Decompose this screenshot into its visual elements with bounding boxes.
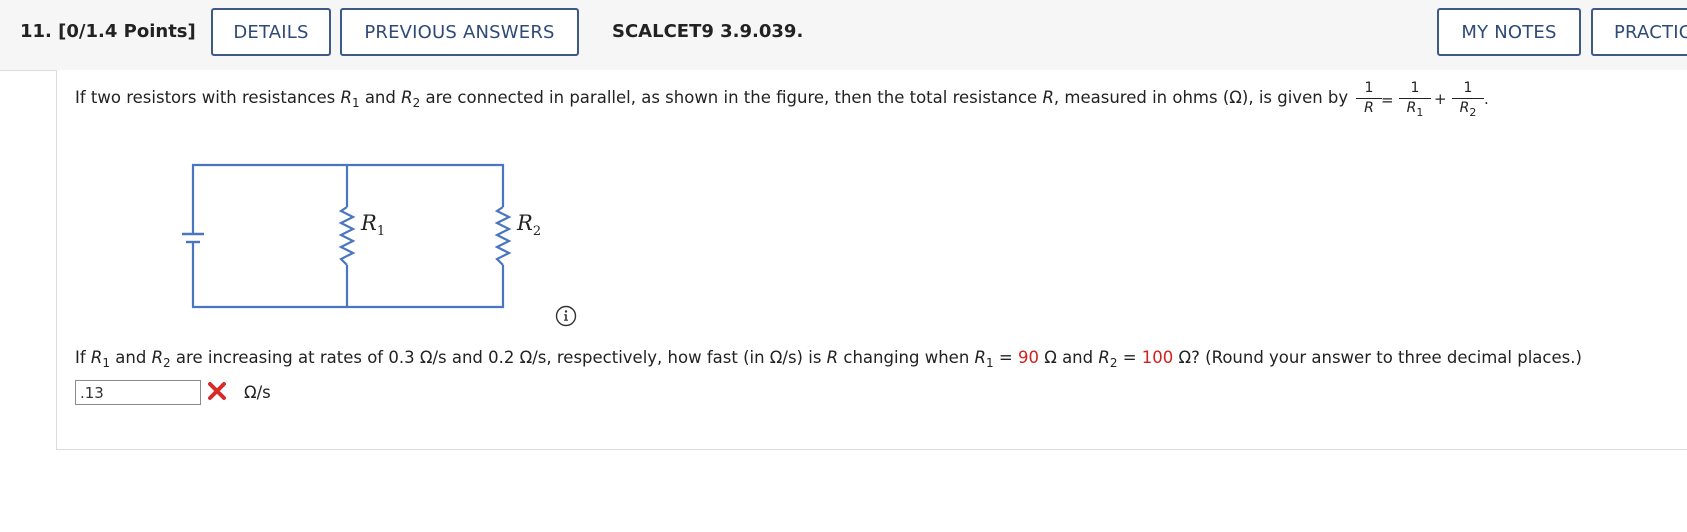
prompt-text: If R1 and R2 are increasing at rates of … <box>75 348 1582 370</box>
intro-text: If two resistors with resistances R1 and… <box>75 88 1349 110</box>
question-code: SCALCET9 3.9.039. <box>612 21 804 42</box>
previous-answers-button[interactable]: PREVIOUS ANSWERS <box>340 8 579 56</box>
question-title: 11. [0/1.4 Points] <box>20 21 196 42</box>
formula-period: . <box>1484 90 1489 108</box>
question-header: 11. [0/1.4 Points] DETAILS PREVIOUS ANSW… <box>0 0 1687 71</box>
r1-value: 90 <box>1017 348 1039 367</box>
answer-units: Ω/s <box>244 383 271 402</box>
parallel-circuit-figure: R1 R2 <box>182 163 541 309</box>
answer-input[interactable] <box>75 380 201 405</box>
formula-fraction-r2: 1 R2 <box>1452 80 1484 121</box>
formula-equals: = <box>1381 91 1394 109</box>
my-notes-button[interactable]: MY NOTES <box>1437 8 1581 56</box>
resistor-r1-label: R1 <box>360 211 385 239</box>
question-points: [0/1.4 Points] <box>58 21 196 42</box>
practice-button[interactable]: PRACTIC <box>1591 8 1687 56</box>
incorrect-x-icon <box>208 382 226 400</box>
resistor-r1-symbol <box>338 206 356 266</box>
info-icon[interactable] <box>555 305 577 327</box>
resistor-r2-label: R2 <box>516 211 541 239</box>
formula-fraction-r: 1R <box>1356 80 1382 116</box>
formula-fraction-r1: 1 R1 <box>1399 80 1431 121</box>
question-number: 11. <box>20 21 52 42</box>
details-button[interactable]: DETAILS <box>211 8 331 56</box>
formula-plus: + <box>1434 90 1447 108</box>
r2-value: 100 <box>1141 348 1174 367</box>
resistor-r2-symbol <box>494 206 512 266</box>
battery-icon <box>182 232 204 244</box>
